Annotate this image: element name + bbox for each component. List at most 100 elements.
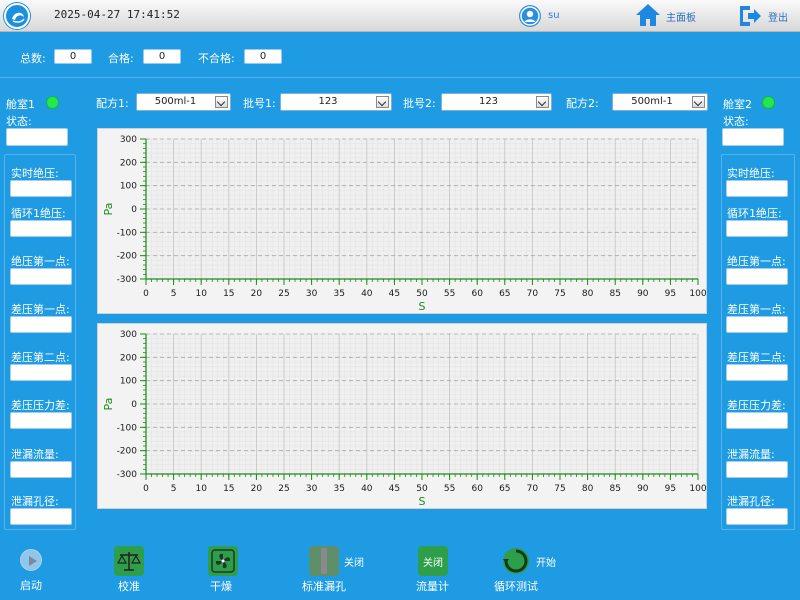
cycle-test-state: 开始 [536, 558, 556, 569]
x-tick-label: 35 [333, 289, 344, 299]
counts-row: 总数: 0 合格: 0 不合格: 0 [0, 48, 800, 66]
y-tick-label: -100 [117, 423, 138, 433]
y-tick-label: 200 [120, 158, 137, 168]
cycle-test-button-label[interactable]: 循环测试 [494, 578, 538, 594]
x-tick-label: 10 [195, 289, 207, 299]
x-tick-label: 50 [416, 289, 428, 299]
batch1-dropdown-icon[interactable] [376, 96, 389, 108]
user-name[interactable]: su [548, 10, 560, 21]
x-tick-label: 60 [471, 289, 483, 299]
y-tick-label: -100 [117, 228, 138, 238]
cycle-test-refresh-icon[interactable]: 开始 [501, 546, 556, 576]
flowmeter-button-label[interactable]: 流量计 [416, 578, 449, 594]
flowmeter-state: 关闭 [423, 558, 443, 569]
chamber2-reading-value-3 [726, 268, 788, 285]
chamber1-chart-svg: 0 5 10 15 20 25 30 35 40 45 50 55 60 65 70 75 80 85 90 95 10… [102, 135, 707, 313]
chamber2-reading-value-7 [726, 461, 788, 478]
x-tick-label: 15 [223, 289, 234, 299]
chamber1-pressure-chart: 0 5 10 15 20 25 30 35 40 45 50 55 60 65 70 75 80 85 90 95 10… [97, 128, 707, 314]
recipe2-label: 配方2: [566, 97, 599, 110]
x-tick-label: 10 [195, 484, 207, 494]
start-button-label[interactable]: 启动 [20, 577, 42, 593]
dry-fan-icon[interactable] [208, 546, 238, 576]
batch1-select[interactable]: 123 [280, 93, 392, 111]
x-tick-label: 75 [554, 289, 565, 299]
chamber1-status-indicator [46, 96, 59, 109]
x-tick-label: 75 [554, 484, 565, 494]
chamber1-reading-label-7: 泄漏流量: [11, 448, 59, 461]
fail-label: 不合格: [198, 52, 235, 65]
logout-icon[interactable] [737, 4, 763, 31]
y-axis-title: Pa [102, 398, 115, 411]
logout-button-label[interactable]: 登出 [768, 9, 788, 24]
chamber1-reading-label-8: 泄漏孔径: [11, 495, 59, 508]
x-tick-label: 90 [637, 484, 649, 494]
chamber2-reading-label-2: 循环1绝压: [727, 207, 782, 220]
standard-leak-toggle[interactable]: 关闭 [309, 546, 364, 576]
user-avatar-icon[interactable] [519, 5, 541, 27]
datetime-display: 2025-04-27 17:41:52 [54, 8, 180, 21]
chamber1-status-label: 状态: [6, 115, 32, 128]
chamber2-reading-value-6 [726, 412, 788, 429]
chamber2-reading-label-3: 绝压第一点: [727, 255, 786, 268]
x-tick-label: 40 [361, 484, 373, 494]
chamber2-status-field [722, 128, 784, 146]
chamber2-chart-svg: 0 5 10 15 20 25 30 35 40 45 50 55 60 65 70 75 80 85 90 95 10… [102, 330, 707, 508]
chamber2-reading-label-4: 差压第一点: [727, 303, 786, 316]
play-icon[interactable] [20, 549, 42, 571]
batch1-label: 批号1: [243, 97, 276, 110]
dry-button-label[interactable]: 干燥 [210, 578, 232, 594]
chamber2-pressure-chart: 0 5 10 15 20 25 30 35 40 45 50 55 60 65 70 75 80 85 90 95 10… [97, 323, 707, 509]
x-tick-label: 0 [143, 289, 149, 299]
y-tick-label: 0 [131, 205, 137, 215]
x-tick-label: 65 [499, 289, 510, 299]
recipe1-select[interactable]: 500ml-1 [136, 93, 231, 111]
x-tick-label: 40 [361, 289, 373, 299]
chamber1-reading-value-8 [10, 508, 72, 525]
batch2-label: 批号2: [403, 97, 436, 110]
recipe1-dropdown-icon[interactable] [215, 96, 228, 108]
pass-label: 合格: [108, 52, 134, 65]
y-tick-label: -200 [117, 252, 138, 262]
x-tick-label: 5 [171, 289, 177, 299]
x-axis-title: S [419, 300, 426, 313]
chamber2-reading-label-1: 实时绝压: [727, 167, 775, 180]
y-tick-label: 100 [120, 377, 137, 387]
x-tick-label: 95 [665, 289, 676, 299]
chamber1-reading-label-3: 绝压第一点: [11, 255, 70, 268]
calibrate-scale-icon[interactable] [114, 546, 144, 576]
flowmeter-toggle[interactable]: 关闭 [418, 546, 448, 576]
calibrate-button-label[interactable]: 校准 [118, 578, 140, 594]
header-divider [0, 77, 800, 78]
x-tick-label: 25 [278, 289, 289, 299]
chamber1-reading-value-5 [10, 364, 72, 381]
y-tick-label: -300 [117, 275, 138, 285]
standard-leak-state: 关闭 [344, 558, 364, 569]
chamber2-reading-value-2 [726, 220, 788, 237]
x-tick-label: 100 [689, 289, 706, 299]
chamber2-reading-label-6: 差压压力差: [727, 399, 786, 412]
batch2-dropdown-icon[interactable] [536, 96, 549, 108]
x-tick-label: 90 [637, 289, 649, 299]
x-tick-label: 85 [609, 484, 620, 494]
chamber2-reading-value-8 [726, 508, 788, 525]
y-tick-label: 200 [120, 353, 137, 363]
recipe2-select[interactable]: 500ml-1 [612, 93, 708, 111]
x-tick-label: 25 [278, 484, 289, 494]
x-tick-label: 65 [499, 484, 510, 494]
x-tick-label: 55 [444, 484, 455, 494]
batch2-select-value: 123 [478, 96, 499, 107]
chamber1-reading-value-1 [10, 180, 72, 197]
recipe2-dropdown-icon[interactable] [692, 96, 705, 108]
y-tick-label: 0 [131, 400, 137, 410]
chamber1-title: 舱室1 [6, 98, 35, 111]
chamber2-reading-value-1 [726, 180, 788, 197]
chamber1-reading-value-3 [10, 268, 72, 285]
home-button-label[interactable]: 主面板 [666, 9, 696, 24]
batch2-select[interactable]: 123 [441, 93, 552, 111]
home-icon[interactable] [635, 3, 661, 30]
standard-leak-button-label[interactable]: 标准漏孔 [302, 578, 346, 594]
x-tick-label: 35 [333, 484, 344, 494]
recipe2-select-value: 500ml-1 [631, 96, 673, 107]
recipe1-select-value: 500ml-1 [154, 96, 197, 107]
